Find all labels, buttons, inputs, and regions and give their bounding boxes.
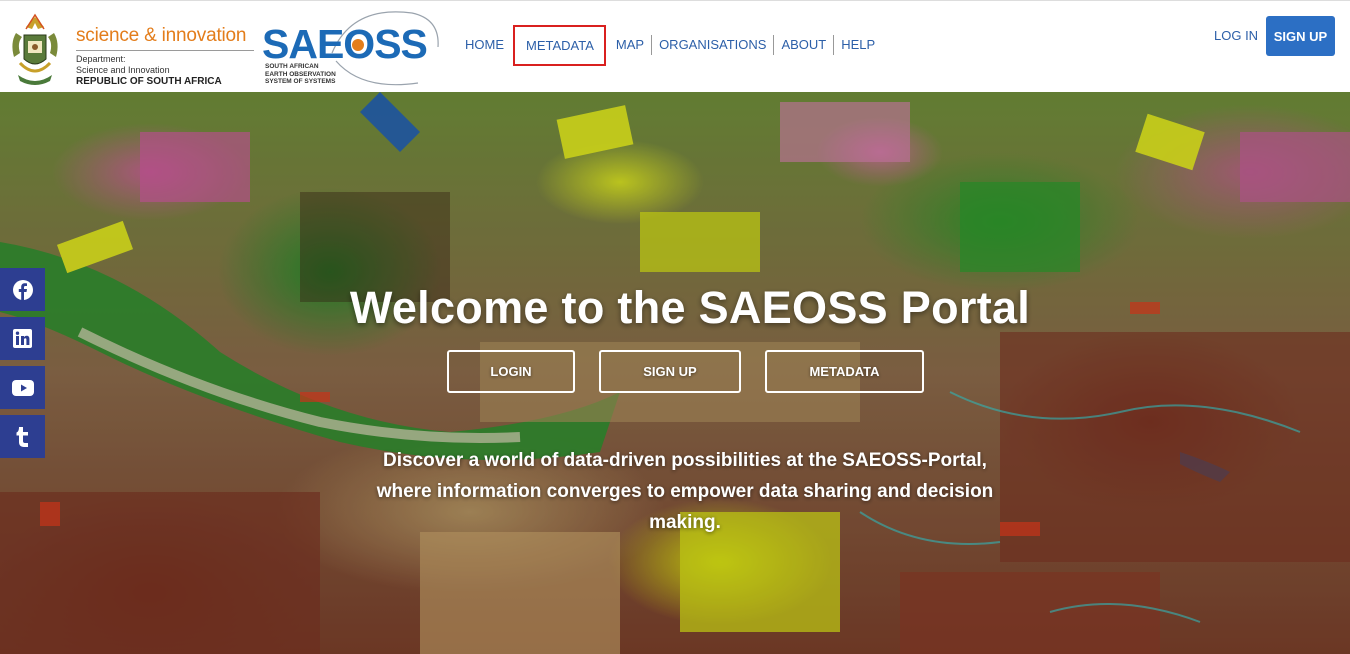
saeoss-wordmark: SAEOSS [262, 21, 428, 67]
saeoss-subtitle-line: EARTH OBSERVATION [265, 70, 336, 78]
hero-login-button[interactable]: LOGIN [447, 350, 575, 393]
hero-metadata-button[interactable]: METADATA [765, 350, 924, 393]
nav-home[interactable]: HOME [458, 36, 511, 54]
linkedin-icon [13, 329, 32, 348]
youtube-link[interactable] [0, 366, 45, 409]
youtube-icon [11, 379, 34, 396]
coat-of-arms-icon [12, 13, 58, 85]
saeoss-subtitle-line: SYSTEM OF SYSTEMS [265, 78, 336, 85]
tumblr-link[interactable] [0, 415, 45, 458]
department-label: Department: [76, 54, 126, 64]
country-name: REPUBLIC OF SOUTH AFRICA [76, 76, 222, 87]
logo-divider [76, 50, 254, 51]
saeoss-logo[interactable]: SAEOSS SOUTH AFRICAN EARTH OBSERVATION S… [262, 7, 448, 91]
signup-button[interactable]: SIGN UP [1266, 16, 1335, 56]
hero-title: Welcome to the SAEOSS Portal [349, 282, 1031, 333]
nav-organisations[interactable]: ORGANISATIONS [652, 36, 773, 54]
department-name: Science and Innovation [76, 65, 170, 75]
nav-map[interactable]: MAP [609, 36, 651, 54]
nav-metadata[interactable]: METADATA [513, 24, 606, 66]
tumblr-icon [16, 426, 28, 447]
hero-description: Discover a world of data-driven possibil… [376, 450, 994, 533]
main-nav: HOME METADATA MAP ORGANISATIONS ABOUT HE… [458, 24, 882, 66]
facebook-link[interactable] [0, 268, 45, 311]
hero-section: Welcome to the SAEOSS Portal LOGIN SIGN … [0, 92, 1350, 654]
login-link[interactable]: LOG IN [1205, 27, 1267, 45]
nav-help[interactable]: HELP [834, 36, 882, 54]
linkedin-link[interactable] [0, 317, 45, 360]
hero-signup-button[interactable]: SIGN UP [599, 350, 741, 393]
site-header: science & innovation Department: Science… [0, 0, 1350, 92]
department-logo[interactable]: science & innovation Department: Science… [4, 11, 254, 91]
saeoss-subtitle-line: SOUTH AFRICAN [265, 63, 319, 70]
nav-about[interactable]: ABOUT [774, 36, 833, 54]
saeoss-subtitle: SOUTH AFRICAN EARTH OBSERVATION SYSTEM O… [265, 63, 355, 86]
facebook-icon [12, 279, 33, 300]
department-brand: science & innovation [76, 25, 247, 46]
